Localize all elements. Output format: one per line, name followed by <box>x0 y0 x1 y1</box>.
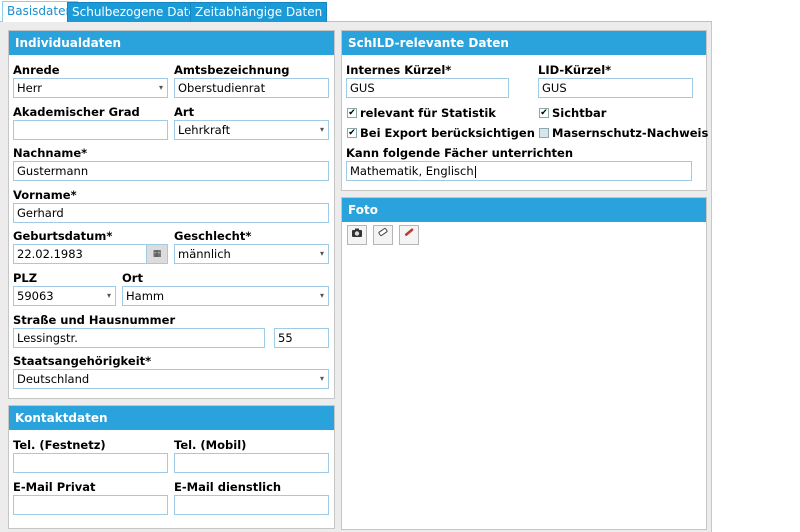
plz-select[interactable]: 59063 ▾ <box>13 286 116 306</box>
grad-label: Akademischer Grad <box>13 105 140 119</box>
ort-label: Ort <box>122 271 143 285</box>
ort-select[interactable]: Hamm ▾ <box>122 286 329 306</box>
plz-value: 59063 <box>17 289 54 303</box>
statistik-label: relevant für Statistik <box>360 106 496 120</box>
art-select[interactable]: Lehrkraft ▾ <box>174 120 329 140</box>
nachname-value: Gustermann <box>17 164 89 178</box>
tab-bar: Basisdaten Schulbezogene Daten Zeitabhän… <box>0 0 712 22</box>
panel-title-kontaktdaten: Kontaktdaten <box>9 406 334 430</box>
chevron-down-icon: ▾ <box>319 291 324 300</box>
geburtsdatum-label: Geburtsdatum* <box>13 229 113 243</box>
individualdaten-panel: Individualdaten Anrede Herr ▾ Amtsbezeic… <box>8 30 335 399</box>
email-privat-input[interactable] <box>13 495 168 515</box>
anrede-select[interactable]: Herr ▾ <box>13 78 168 98</box>
eraser-icon[interactable] <box>373 225 393 245</box>
sichtbar-label: Sichtbar <box>552 106 607 120</box>
camera-icon[interactable] <box>347 225 367 245</box>
pen-icon[interactable] <box>399 225 419 245</box>
amtsbezeichnung-value: Oberstudienrat <box>178 81 266 95</box>
anrede-label: Anrede <box>13 63 60 77</box>
lid-kuerzel-input[interactable]: GUS <box>538 78 693 98</box>
tel-mobil-label: Tel. (Mobil) <box>174 438 247 452</box>
export-label: Bei Export berücksichtigen <box>360 126 535 140</box>
strasse-value: Lessingstr. <box>17 331 78 345</box>
amtsbezeichnung-label: Amtsbezeichnung <box>174 63 290 77</box>
email-dienstlich-input[interactable] <box>174 495 329 515</box>
anrede-value: Herr <box>17 81 42 95</box>
strasse-label: Straße und Hausnummer <box>13 313 176 327</box>
staatsangehoerigkeit-value: Deutschland <box>17 372 90 386</box>
hausnummer-value: 55 <box>278 331 293 345</box>
kontaktdaten-panel: Kontaktdaten Tel. (Festnetz) Tel. (Mobil… <box>8 405 335 529</box>
plz-label: PLZ <box>13 271 38 285</box>
grad-input[interactable] <box>13 120 168 140</box>
ort-value: Hamm <box>126 289 165 303</box>
geburtsdatum-input[interactable]: 22.02.1983 <box>13 244 147 264</box>
statistik-checkbox[interactable]: ✔ <box>347 108 357 118</box>
content-area: Individualdaten Anrede Herr ▾ Amtsbezeic… <box>0 22 712 532</box>
faecher-value: Mathematik, Englisch <box>350 164 474 178</box>
strasse-input[interactable]: Lessingstr. <box>13 328 265 348</box>
masernschutz-label: Masernschutz-Nachweis <box>552 126 709 140</box>
panel-title-schild: SchILD-relevante Daten <box>342 31 706 55</box>
email-privat-label: E-Mail Privat <box>13 480 96 494</box>
nachname-input[interactable]: Gustermann <box>13 161 329 181</box>
masernschutz-checkbox[interactable] <box>539 128 549 138</box>
foto-panel: Foto <box>341 197 707 530</box>
chevron-down-icon: ▾ <box>106 291 111 300</box>
panel-title-individualdaten: Individualdaten <box>9 31 334 55</box>
geschlecht-value: männlich <box>178 247 231 261</box>
faecher-input[interactable]: Mathematik, Englisch <box>346 161 692 181</box>
geschlecht-label: Geschlecht* <box>174 229 252 243</box>
schild-panel: SchILD-relevante Daten Internes Kürzel* … <box>341 30 709 191</box>
text-cursor <box>474 165 476 178</box>
email-dienstlich-label: E-Mail dienstlich <box>174 480 282 494</box>
lid-kuerzel-value: GUS <box>542 81 567 95</box>
amtsbezeichnung-input[interactable]: Oberstudienrat <box>174 78 329 98</box>
calendar-icon[interactable]: ▦ <box>146 244 168 264</box>
vorname-input[interactable]: Gerhard <box>13 203 329 223</box>
export-checkbox[interactable]: ✔ <box>347 128 357 138</box>
staatsangehoerigkeit-label: Staatsangehörigkeit* <box>13 354 152 368</box>
tel-festnetz-input[interactable] <box>13 453 168 473</box>
panel-title-foto: Foto <box>342 198 706 222</box>
internes-kuerzel-label: Internes Kürzel* <box>346 63 452 77</box>
faecher-label: Kann folgende Fächer unterrichten <box>346 146 574 160</box>
vorname-value: Gerhard <box>17 206 64 220</box>
geburtsdatum-value: 22.02.1983 <box>17 247 83 261</box>
tab-schulbezogene-daten[interactable]: Schulbezogene Daten <box>67 2 209 22</box>
chevron-down-icon: ▾ <box>319 125 324 134</box>
chevron-down-icon: ▾ <box>319 249 324 258</box>
lid-kuerzel-label: LID-Kürzel* <box>538 63 612 77</box>
tel-festnetz-label: Tel. (Festnetz) <box>13 438 106 452</box>
internes-kuerzel-value: GUS <box>350 81 375 95</box>
staatsangehoerigkeit-select[interactable]: Deutschland ▾ <box>13 369 329 389</box>
geschlecht-select[interactable]: männlich ▾ <box>174 244 329 264</box>
chevron-down-icon: ▾ <box>319 374 324 383</box>
sichtbar-checkbox[interactable]: ✔ <box>539 108 549 118</box>
tel-mobil-input[interactable] <box>174 453 329 473</box>
chevron-down-icon: ▾ <box>158 83 163 92</box>
internes-kuerzel-input[interactable]: GUS <box>346 78 509 98</box>
tab-zeitabhaengige-daten[interactable]: Zeitabhängige Daten <box>190 2 328 22</box>
nachname-label: Nachname* <box>13 146 88 160</box>
art-value: Lehrkraft <box>178 123 231 137</box>
hausnummer-input[interactable]: 55 <box>274 328 329 348</box>
art-label: Art <box>174 105 195 119</box>
vorname-label: Vorname* <box>13 188 77 202</box>
